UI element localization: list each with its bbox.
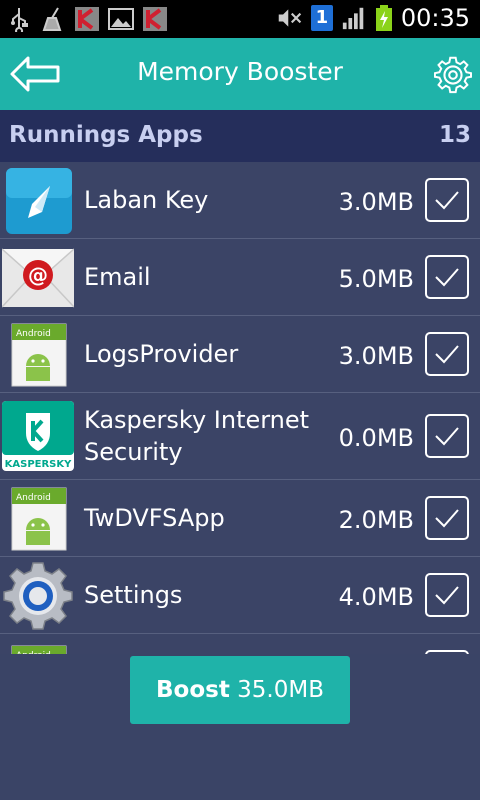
app-name: Settings bbox=[84, 581, 183, 609]
list-item[interactable]: KASPERSKY Kaspersky Internet Security 0.… bbox=[0, 393, 480, 480]
android-app-icon: Android bbox=[11, 487, 67, 551]
android-app-icon: Android bbox=[11, 323, 67, 387]
list-item[interactable]: Android TwDVFSApp 2.0MB bbox=[0, 480, 480, 557]
app-size: 4.0MB bbox=[338, 583, 414, 611]
clock: 00:35 bbox=[400, 4, 470, 32]
checkmark-icon bbox=[435, 191, 459, 210]
app-name: Kaspersky Internet Security bbox=[84, 406, 310, 466]
kaspersky-icon bbox=[143, 7, 167, 31]
app-name: TwDVFSApp bbox=[84, 504, 225, 532]
checkmark-icon bbox=[435, 586, 459, 605]
svg-text:Android: Android bbox=[16, 329, 51, 339]
app-bar: Memory Booster bbox=[0, 38, 480, 110]
list-item[interactable]: Android LogsProvider 3.0MB bbox=[0, 316, 480, 393]
checkmark-icon bbox=[435, 345, 459, 364]
signal-icon bbox=[342, 7, 364, 30]
cleaner-icon bbox=[42, 7, 62, 31]
page-title: Memory Booster bbox=[137, 57, 343, 86]
boost-label: Boost bbox=[156, 677, 230, 703]
checkmark-icon bbox=[435, 427, 459, 446]
email-icon: @ bbox=[2, 248, 74, 308]
svg-text:Android: Android bbox=[16, 651, 51, 654]
app-size: 3.0MB bbox=[338, 342, 414, 370]
app-checkbox[interactable] bbox=[425, 332, 469, 376]
settings-app-icon bbox=[3, 562, 73, 630]
app-checkbox[interactable] bbox=[425, 178, 469, 222]
app-checkbox[interactable] bbox=[425, 573, 469, 617]
section-label: Runnings Apps bbox=[9, 122, 203, 148]
gear-icon[interactable] bbox=[434, 56, 472, 94]
app-checkbox[interactable] bbox=[425, 650, 469, 654]
app-size: 5.0MB bbox=[338, 265, 414, 293]
app-name: Email bbox=[84, 263, 151, 291]
sim-icon: 1 bbox=[310, 5, 333, 31]
app-count: 13 bbox=[438, 122, 471, 148]
battery-charging-icon bbox=[375, 5, 392, 31]
mute-icon bbox=[278, 9, 301, 27]
app-checkbox[interactable] bbox=[425, 255, 469, 299]
app-name: LogsProvider bbox=[84, 340, 239, 368]
android-app-icon: Android bbox=[11, 645, 67, 654]
app-list[interactable]: Laban Key 3.0MB @ Email 5.0MB Android Lo… bbox=[0, 162, 480, 654]
svg-text:KASPERSKY: KASPERSKY bbox=[5, 459, 73, 470]
image-icon bbox=[108, 8, 134, 30]
svg-text:Android: Android bbox=[16, 493, 51, 503]
laban-key-icon bbox=[6, 168, 72, 234]
list-item[interactable]: Settings 4.0MB bbox=[0, 557, 480, 634]
usb-icon bbox=[11, 8, 28, 32]
status-bar: 1 00:35 bbox=[0, 0, 480, 38]
list-item[interactable]: Android bbox=[0, 634, 480, 654]
app-checkbox[interactable] bbox=[425, 414, 469, 458]
app-checkbox[interactable] bbox=[425, 496, 469, 540]
app-size: 3.0MB bbox=[338, 188, 414, 216]
list-item[interactable]: Laban Key 3.0MB bbox=[0, 162, 480, 239]
app-size: 0.0MB bbox=[338, 424, 414, 452]
list-item[interactable]: @ Email 5.0MB bbox=[0, 239, 480, 316]
running-apps-header: Runnings Apps 13 bbox=[0, 110, 480, 162]
boost-amount: 35.0MB bbox=[237, 677, 324, 703]
kaspersky-app-icon: KASPERSKY bbox=[2, 401, 74, 471]
app-name: Laban Key bbox=[84, 186, 209, 214]
svg-text:@: @ bbox=[28, 263, 48, 287]
boost-button[interactable]: Boost 35.0MB bbox=[130, 656, 350, 724]
checkmark-icon bbox=[435, 268, 459, 287]
kaspersky-icon bbox=[75, 7, 99, 31]
checkmark-icon bbox=[435, 509, 459, 528]
app-size: 2.0MB bbox=[338, 506, 414, 534]
